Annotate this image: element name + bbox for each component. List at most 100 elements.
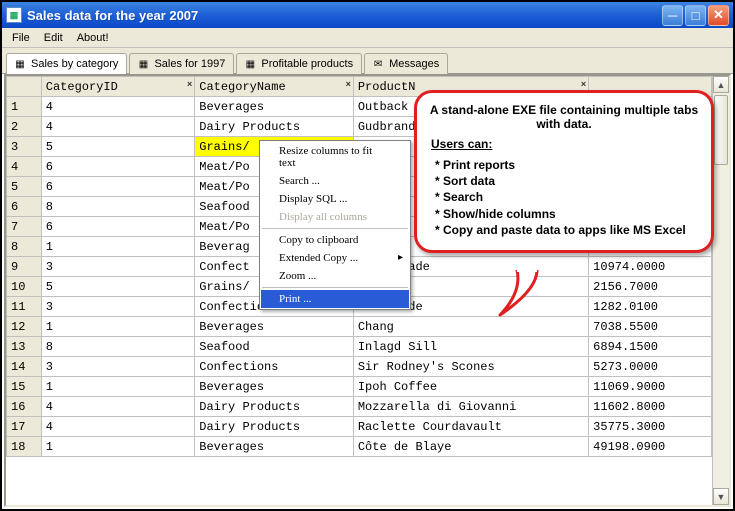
- cell-category-id[interactable]: 4: [41, 397, 194, 417]
- cell-category-id[interactable]: 4: [41, 97, 194, 117]
- row-header-column[interactable]: [7, 77, 42, 97]
- ctx-search[interactable]: Search ...: [261, 172, 409, 190]
- row-number[interactable]: 11: [7, 297, 42, 317]
- row-number[interactable]: 1: [7, 97, 42, 117]
- cell-category-id[interactable]: 3: [41, 297, 194, 317]
- row-number[interactable]: 15: [7, 377, 42, 397]
- row-number[interactable]: 13: [7, 337, 42, 357]
- row-number[interactable]: 3: [7, 137, 42, 157]
- tab-sales-by-category[interactable]: ▦ Sales by category: [6, 53, 127, 74]
- row-number[interactable]: 5: [7, 177, 42, 197]
- cell-category-name[interactable]: Beverages: [195, 437, 354, 457]
- tab-messages[interactable]: ✉ Messages: [364, 53, 448, 74]
- cell-category-id[interactable]: 6: [41, 157, 194, 177]
- ctx-copy-clipboard[interactable]: Copy to clipboard: [261, 231, 409, 249]
- column-close-icon[interactable]: ×: [581, 79, 586, 89]
- row-number[interactable]: 9: [7, 257, 42, 277]
- cell-category-name[interactable]: Beverages: [195, 317, 354, 337]
- cell-category-id[interactable]: 1: [41, 237, 194, 257]
- cell-value[interactable]: 49198.0900: [589, 437, 712, 457]
- vertical-scrollbar[interactable]: ▲ ▼: [712, 76, 729, 505]
- scroll-thumb[interactable]: [714, 95, 728, 165]
- cell-category-id[interactable]: 5: [41, 277, 194, 297]
- row-number[interactable]: 6: [7, 197, 42, 217]
- cell-value[interactable]: 6894.1500: [589, 337, 712, 357]
- menu-about[interactable]: About!: [71, 30, 115, 46]
- cell-value[interactable]: 2156.7000: [589, 277, 712, 297]
- cell-category-id[interactable]: 6: [41, 177, 194, 197]
- minimize-button[interactable]: ─: [662, 5, 683, 26]
- cell-product-name[interactable]: Ipoh Coffee: [353, 377, 588, 397]
- maximize-button[interactable]: □: [685, 5, 706, 26]
- cell-category-name[interactable]: Beverages: [195, 97, 354, 117]
- cell-category-name[interactable]: Beverages: [195, 377, 354, 397]
- tab-sales-for-1997[interactable]: ▦ Sales for 1997: [129, 53, 234, 74]
- row-number[interactable]: 2: [7, 117, 42, 137]
- row-number[interactable]: 12: [7, 317, 42, 337]
- column-category-id[interactable]: CategoryID ×: [41, 77, 194, 97]
- tab-profitable-products[interactable]: ▦ Profitable products: [236, 53, 362, 74]
- ctx-print[interactable]: Print ...: [261, 290, 409, 308]
- cell-value[interactable]: 35775.3000: [589, 417, 712, 437]
- cell-category-name[interactable]: Seafood: [195, 337, 354, 357]
- ctx-extended-copy[interactable]: Extended Copy ...: [261, 249, 409, 267]
- cell-category-name[interactable]: Confections: [195, 357, 354, 377]
- tab-label: Messages: [389, 58, 439, 70]
- table-row[interactable]: 181BeveragesCôte de Blaye49198.0900: [7, 437, 712, 457]
- cell-product-name[interactable]: Sir Rodney's Scones: [353, 357, 588, 377]
- row-number[interactable]: 17: [7, 417, 42, 437]
- cell-value[interactable]: 11602.8000: [589, 397, 712, 417]
- row-number[interactable]: 4: [7, 157, 42, 177]
- cell-product-name[interactable]: Côte de Blaye: [353, 437, 588, 457]
- cell-category-id[interactable]: 1: [41, 377, 194, 397]
- cell-category-id[interactable]: 4: [41, 117, 194, 137]
- cell-product-name[interactable]: Chang: [353, 317, 588, 337]
- table-row[interactable]: 151BeveragesIpoh Coffee11069.9000: [7, 377, 712, 397]
- scroll-up-button[interactable]: ▲: [713, 76, 729, 93]
- cell-value[interactable]: 11069.9000: [589, 377, 712, 397]
- scroll-track[interactable]: [713, 93, 729, 488]
- cell-category-name[interactable]: Dairy Products: [195, 117, 354, 137]
- cell-value[interactable]: 7038.5500: [589, 317, 712, 337]
- cell-category-id[interactable]: 4: [41, 417, 194, 437]
- row-number[interactable]: 16: [7, 397, 42, 417]
- ctx-zoom[interactable]: Zoom ...: [261, 267, 409, 285]
- table-row[interactable]: 138SeafoodInlagd Sill6894.1500: [7, 337, 712, 357]
- cell-category-id[interactable]: 3: [41, 257, 194, 277]
- cell-category-id[interactable]: 1: [41, 437, 194, 457]
- cell-value[interactable]: 10974.0000: [589, 257, 712, 277]
- row-number[interactable]: 8: [7, 237, 42, 257]
- cell-category-id[interactable]: 8: [41, 197, 194, 217]
- row-number[interactable]: 10: [7, 277, 42, 297]
- cell-product-name[interactable]: Mozzarella di Giovanni: [353, 397, 588, 417]
- table-row[interactable]: 143ConfectionsSir Rodney's Scones5273.00…: [7, 357, 712, 377]
- ctx-resize-columns[interactable]: Resize columns to fit text: [261, 142, 409, 172]
- column-category-name[interactable]: CategoryName ×: [195, 77, 354, 97]
- cell-value[interactable]: 1282.0100: [589, 297, 712, 317]
- cell-product-name[interactable]: Raclette Courdavault: [353, 417, 588, 437]
- cell-category-id[interactable]: 6: [41, 217, 194, 237]
- menu-bar: File Edit About!: [2, 28, 733, 48]
- cell-value[interactable]: 5273.0000: [589, 357, 712, 377]
- table-row[interactable]: 164Dairy ProductsMozzarella di Giovanni1…: [7, 397, 712, 417]
- cell-category-name[interactable]: Dairy Products: [195, 397, 354, 417]
- ctx-display-sql[interactable]: Display SQL ...: [261, 190, 409, 208]
- cell-product-name[interactable]: Inlagd Sill: [353, 337, 588, 357]
- menu-file[interactable]: File: [6, 30, 36, 46]
- ctx-separator: [262, 228, 408, 229]
- column-close-icon[interactable]: ×: [346, 79, 351, 89]
- table-row[interactable]: 174Dairy ProductsRaclette Courdavault357…: [7, 417, 712, 437]
- cell-category-id[interactable]: 1: [41, 317, 194, 337]
- table-row[interactable]: 121BeveragesChang7038.5500: [7, 317, 712, 337]
- close-button[interactable]: ✕: [708, 5, 729, 26]
- row-number[interactable]: 18: [7, 437, 42, 457]
- cell-category-id[interactable]: 5: [41, 137, 194, 157]
- scroll-down-button[interactable]: ▼: [713, 488, 729, 505]
- row-number[interactable]: 14: [7, 357, 42, 377]
- row-number[interactable]: 7: [7, 217, 42, 237]
- cell-category-id[interactable]: 8: [41, 337, 194, 357]
- cell-category-id[interactable]: 3: [41, 357, 194, 377]
- cell-category-name[interactable]: Dairy Products: [195, 417, 354, 437]
- menu-edit[interactable]: Edit: [38, 30, 69, 46]
- column-close-icon[interactable]: ×: [187, 79, 192, 89]
